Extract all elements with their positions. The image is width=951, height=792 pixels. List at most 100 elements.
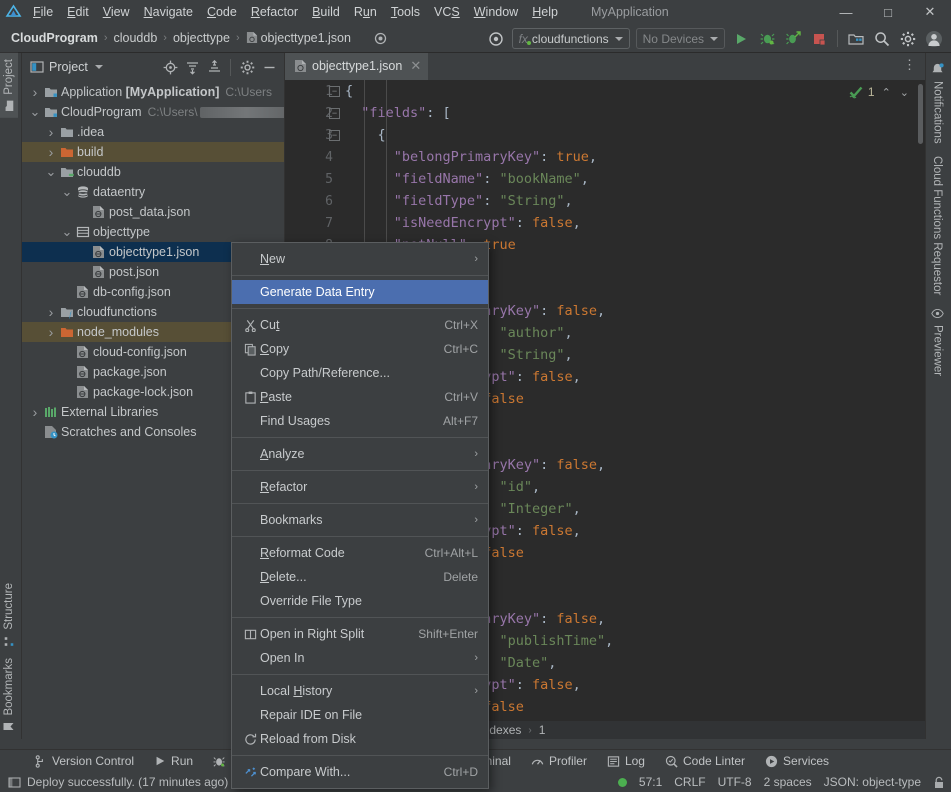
tree-node-application-myapplication-[interactable]: › Application [MyApplication] C:\Users [22, 82, 284, 102]
menu-item-reformat-code[interactable]: Reformat Code Ctrl+Alt+L [232, 541, 488, 565]
menu-item-override-file-type[interactable]: Override File Type [232, 589, 488, 613]
menu-help[interactable]: Help [525, 1, 565, 23]
tree-node--idea[interactable]: › .idea [22, 122, 284, 142]
menu-item-new[interactable]: New › [232, 247, 488, 271]
stripe-project[interactable]: Project [0, 53, 18, 118]
breadcrumb-item-clouddb[interactable]: clouddb [110, 29, 160, 47]
chevron-down-icon[interactable]: ⌄ [60, 184, 74, 200]
lock-icon[interactable] [933, 776, 945, 789]
bottom-bar-run[interactable]: Run [145, 752, 202, 770]
caret-position[interactable]: 57:1 [639, 775, 662, 789]
device-manager-icon[interactable] [843, 26, 869, 52]
fold-toggle-icon[interactable]: − [329, 108, 340, 119]
menu-item-generate-data-entry[interactable]: Generate Data Entry [232, 280, 488, 304]
run-icon[interactable] [728, 26, 754, 52]
menu-item-paste[interactable]: Paste Ctrl+V [232, 385, 488, 409]
inspection-status-dot[interactable] [617, 777, 627, 787]
menu-item-analyze[interactable]: Analyze › [232, 442, 488, 466]
minimize-button[interactable]: — [825, 0, 867, 24]
menu-item-copy-path-reference[interactable]: Copy Path/Reference... [232, 361, 488, 385]
chevron-down-icon[interactable]: ⌄ [28, 104, 42, 120]
chevron-down-icon[interactable]: ⌄ [44, 164, 58, 180]
breadcrumb-item-cloudprogram[interactable]: CloudProgram [8, 29, 101, 47]
editor-scrollbar[interactable] [918, 84, 923, 144]
inspection-eye-icon[interactable] [368, 25, 394, 51]
tree-node-clouddb[interactable]: ⌄ clouddb [22, 162, 284, 182]
menu-item-repair-ide-on-file[interactable]: Repair IDE on File [232, 703, 488, 727]
stripe-bookmarks[interactable]: Bookmarks [0, 652, 18, 739]
breadcrumb-item-1[interactable]: 1 [539, 723, 546, 737]
bottom-bar-log[interactable]: Log [598, 752, 654, 770]
menu-vcs[interactable]: VCS [427, 1, 467, 23]
tree-node-dataentry[interactable]: ⌄ dataentry [22, 182, 284, 202]
collapse-all-icon[interactable] [203, 56, 225, 78]
menu-item-cut[interactable]: Cut Ctrl+X [232, 313, 488, 337]
chevron-right-icon[interactable]: › [44, 124, 58, 140]
menu-tools[interactable]: Tools [384, 1, 427, 23]
menu-file[interactable]: File [26, 1, 60, 23]
context-menu[interactable]: New › Generate Data Entry Cut Ctrl+X Copy Ctrl… [231, 242, 489, 789]
menu-item-compare-with[interactable]: Compare With... Ctrl+D [232, 760, 488, 784]
tree-node-cloudprogram[interactable]: ⌄ CloudProgram C:\Users\ [22, 102, 284, 122]
bottom-bar-version-control[interactable]: Version Control [25, 752, 143, 770]
menu-item-find-usages[interactable]: Find Usages Alt+F7 [232, 409, 488, 433]
menu-item-open-in-right-split[interactable]: Open in Right Split Shift+Enter [232, 622, 488, 646]
close-button[interactable]: ✕ [909, 0, 951, 24]
breadcrumb-item-objecttype[interactable]: objecttype [170, 29, 233, 47]
inspection-widget[interactable]: 1 ⌃ ⌄ [849, 85, 911, 99]
menu-item-bookmarks[interactable]: Bookmarks › [232, 508, 488, 532]
menu-edit[interactable]: Edit [60, 1, 96, 23]
menu-navigate[interactable]: Navigate [137, 1, 200, 23]
tree-node-post-data-json[interactable]: post_data.json [22, 202, 284, 222]
bottom-bar-profiler[interactable]: Profiler [522, 752, 596, 770]
run-configuration-selector[interactable]: fx cloudfunctions [511, 28, 630, 49]
menu-item-copy[interactable]: Copy Ctrl+C [232, 337, 488, 361]
select-opened-file-icon[interactable] [159, 56, 181, 78]
bottom-bar-services[interactable]: Services [756, 752, 838, 770]
encoding[interactable]: UTF-8 [718, 775, 752, 789]
menu-window[interactable]: Window [467, 1, 525, 23]
stripe-structure[interactable]: Structure [0, 577, 18, 653]
fold-toggle-icon[interactable]: − [329, 130, 340, 141]
close-icon[interactable]: ✕ [410, 58, 421, 74]
bottom-bar-code-linter[interactable]: Code Linter [656, 752, 754, 770]
stripe-previewer[interactable]: Previewer [926, 301, 949, 382]
breadcrumb-item-objecttype1-json[interactable]: objecttype1.json [243, 29, 354, 47]
settings-icon[interactable] [236, 56, 258, 78]
editor-tab-options-icon[interactable]: ⋮ [898, 57, 921, 73]
status-message[interactable]: Deploy successfully. (17 minutes ago) [27, 775, 228, 789]
menu-item-reload-from-disk[interactable]: Reload from Disk [232, 727, 488, 751]
settings-icon[interactable] [895, 26, 921, 52]
chevron-right-icon[interactable]: › [44, 144, 58, 160]
chevron-right-icon[interactable]: › [44, 304, 58, 320]
debug-icon[interactable] [754, 26, 780, 52]
stripe-notifications[interactable]: Notifications [926, 57, 949, 150]
indent-setting[interactable]: 2 spaces [764, 775, 812, 789]
stripe-cloud-functions-requestor[interactable]: Cloud Functions Requestor [926, 150, 948, 301]
device-selector[interactable]: No Devices [635, 28, 725, 49]
tree-node-build[interactable]: › build [22, 142, 284, 162]
menu-build[interactable]: Build [305, 1, 347, 23]
menu-view[interactable]: View [96, 1, 137, 23]
chevron-up-icon[interactable]: ⌃ [880, 86, 893, 99]
chevron-down-icon[interactable]: ⌄ [60, 224, 74, 240]
menu-item-refactor[interactable]: Refactor › [232, 475, 488, 499]
menu-code[interactable]: Code [200, 1, 244, 23]
account-icon[interactable] [921, 26, 947, 52]
line-separator[interactable]: CRLF [674, 775, 705, 789]
editor-tab-objecttype1[interactable]: objecttype1.json ✕ [285, 53, 429, 80]
hide-panel-icon[interactable] [258, 56, 280, 78]
search-icon[interactable] [869, 26, 895, 52]
tree-node-objecttype[interactable]: ⌄ objecttype [22, 222, 284, 242]
chevron-right-icon[interactable]: › [28, 404, 42, 420]
file-type[interactable]: JSON: object-type [824, 775, 921, 789]
chevron-right-icon[interactable]: › [44, 324, 58, 340]
menu-item-delete[interactable]: Delete... Delete [232, 565, 488, 589]
menu-run[interactable]: Run [347, 1, 384, 23]
menu-refactor[interactable]: Refactor [244, 1, 305, 23]
menu-item-open-in[interactable]: Open In › [232, 646, 488, 670]
chevron-right-icon[interactable]: › [28, 84, 42, 100]
attach-debugger-icon[interactable] [780, 26, 806, 52]
stop-icon[interactable] [806, 26, 832, 52]
expand-all-icon[interactable] [181, 56, 203, 78]
